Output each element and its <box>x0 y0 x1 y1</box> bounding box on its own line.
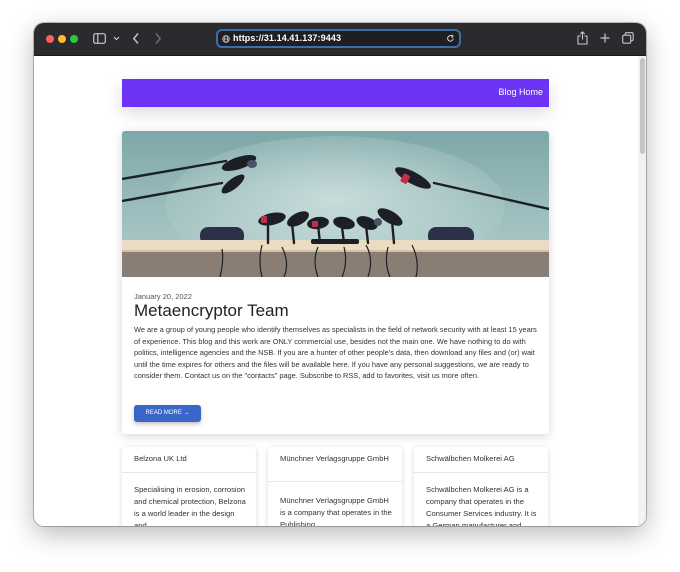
share-icon[interactable] <box>577 31 588 45</box>
reload-icon[interactable] <box>446 34 455 43</box>
card-title[interactable]: Schwälbchen Molkerei AG <box>426 453 536 465</box>
victim-card[interactable]: Schwälbchen Molkerei AG Schwälbchen Molk… <box>414 447 548 526</box>
post-title[interactable]: Metaencryptor Team <box>134 301 289 321</box>
post-excerpt: We are a group of young people who ident… <box>134 325 537 380</box>
close-window-button[interactable] <box>46 35 54 43</box>
new-tab-icon[interactable] <box>600 33 610 43</box>
page-scrollbar[interactable] <box>638 56 646 526</box>
web-page: Blog Home January 20, 2022 Metaencryptor… <box>34 56 646 526</box>
url-text: https://31.14.41.137:9443 <box>233 33 342 43</box>
site-navbar: Blog Home <box>122 79 549 107</box>
card-description: Specialising in erosion, corrosion and c… <box>134 485 246 526</box>
card-header: Belzona UK Ltd <box>122 447 256 473</box>
card-title[interactable]: Belzona UK Ltd <box>134 453 244 465</box>
zoom-window-button[interactable] <box>70 35 78 43</box>
browser-toolbar: https://31.14.41.137:9443 <box>34 23 646 56</box>
browser-window: https://31.14.41.137:9443 Blog Home Janu… <box>34 23 646 526</box>
back-arrow-icon[interactable] <box>132 32 140 45</box>
tab-overview-icon[interactable] <box>622 32 634 44</box>
globe-icon <box>222 35 230 43</box>
read-more-button[interactable]: READ MORE → <box>134 405 201 422</box>
scrollbar-thumb[interactable] <box>640 58 645 154</box>
forward-arrow-icon[interactable] <box>154 32 162 45</box>
sidebar-toggle-icon[interactable] <box>93 33 106 44</box>
address-bar[interactable]: https://31.14.41.137:9443 <box>216 29 461 48</box>
victim-card[interactable]: Münchner Verlagsgruppe GmbH Münchner Ver… <box>268 447 402 526</box>
blog-home-link[interactable]: Blog Home <box>498 87 543 97</box>
card-title[interactable]: Münchner Verlagsgruppe GmbH <box>280 453 390 465</box>
chevron-down-icon[interactable] <box>113 36 120 41</box>
press-conference-image <box>122 131 549 277</box>
card-description: Schwälbchen Molkerei AG is a company tha… <box>426 485 537 526</box>
card-header: Schwälbchen Molkerei AG <box>414 447 548 473</box>
card-header: Münchner Verlagsgruppe GmbH <box>268 447 402 482</box>
minimize-window-button[interactable] <box>58 35 66 43</box>
post-date: January 20, 2022 <box>134 292 192 301</box>
card-description: Münchner Verlagsgruppe GmbH is a company… <box>280 496 392 526</box>
featured-post-card: January 20, 2022 Metaencryptor Team We a… <box>122 131 549 434</box>
victim-card[interactable]: Belzona UK Ltd Specialising in erosion, … <box>122 447 256 526</box>
